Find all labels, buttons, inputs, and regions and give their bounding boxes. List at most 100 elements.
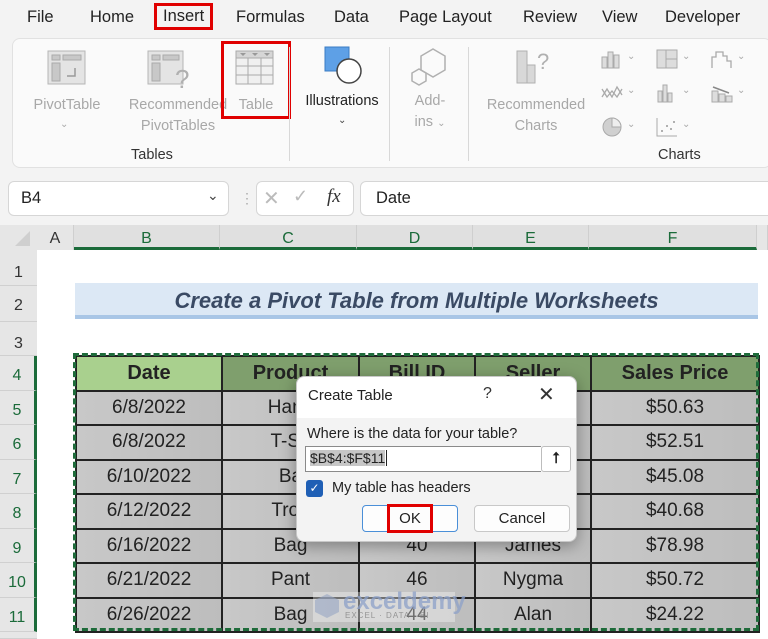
cell-seller[interactable]: Alan	[474, 596, 592, 633]
row-header-11[interactable]: 11	[0, 598, 37, 632]
line-chart-icon	[601, 85, 623, 99]
svg-text:?: ?	[537, 49, 549, 74]
column-header-g[interactable]	[757, 225, 768, 250]
column-header-d[interactable]: D	[357, 225, 473, 250]
collapse-dialog-button[interactable]: ⭡	[541, 446, 571, 472]
ribbon-separator	[289, 47, 290, 161]
confirm-entry-icon[interactable]: ✓	[293, 186, 308, 207]
headers-checkbox[interactable]: ✓	[306, 480, 323, 497]
column-chart-icon	[601, 51, 620, 69]
cell-date[interactable]: 6/8/2022	[75, 424, 223, 461]
text-cursor	[386, 450, 388, 466]
column-header-a[interactable]: A	[37, 225, 74, 250]
row-header-6[interactable]: 6	[0, 425, 37, 460]
table-label: Table	[238, 97, 274, 113]
tables-group-label: Tables	[131, 147, 173, 163]
label-line-2: Charts	[514, 118, 558, 134]
combo-chart-button[interactable]: ⌄	[711, 83, 745, 108]
column-chart-button[interactable]: ⌄	[601, 49, 635, 74]
chevron-down-icon[interactable]: ⌄	[207, 187, 219, 204]
cell-date[interactable]: 6/26/2022	[75, 596, 223, 633]
pie-chart-button[interactable]: ⌄	[601, 117, 635, 142]
row-header-5[interactable]: 5	[0, 391, 37, 425]
ok-button-label: OK	[387, 504, 433, 533]
tab-home[interactable]: Home	[90, 8, 134, 27]
range-input[interactable]: $B$4:$F$11	[305, 446, 541, 472]
row-header-4[interactable]: 4	[0, 356, 37, 391]
pie-chart-icon	[602, 117, 622, 137]
close-icon[interactable]: ✕	[538, 382, 555, 407]
ribbon-separator	[389, 47, 390, 161]
cell-date[interactable]: 6/12/2022	[75, 493, 223, 530]
help-button[interactable]: ?	[483, 385, 492, 403]
tab-review[interactable]: Review	[523, 8, 577, 27]
tab-data[interactable]: Data	[334, 8, 369, 27]
cancel-button[interactable]: Cancel	[474, 505, 570, 532]
tab-developer[interactable]: Developer	[665, 8, 740, 27]
statistic-chart-icon	[657, 84, 673, 103]
select-all-corner[interactable]	[0, 225, 37, 250]
cell-sales-price[interactable]: $40.68	[590, 493, 760, 530]
cancel-entry-icon[interactable]: ✕	[263, 186, 280, 211]
scatter-chart-button[interactable]: ⌄	[656, 117, 690, 142]
header-date[interactable]: Date	[75, 355, 223, 392]
hierarchy-chart-icon	[656, 49, 678, 69]
exceldemy-logo-icon	[315, 594, 339, 618]
tab-view[interactable]: View	[602, 8, 637, 27]
cell-date[interactable]: 6/21/2022	[75, 562, 223, 599]
row-header-2[interactable]: 2	[0, 286, 37, 322]
ribbon: PivotTable ⌄ ? Recommended PivotTables T…	[12, 38, 768, 168]
cell-sales-price[interactable]: $45.08	[590, 458, 760, 495]
row-header-10[interactable]: 10	[0, 563, 37, 598]
tab-formulas[interactable]: Formulas	[236, 8, 305, 27]
table-icon	[235, 50, 274, 85]
waterfall-chart-button[interactable]: ⌄	[711, 49, 745, 74]
label-line-2: PivotTables	[140, 118, 216, 134]
addins-label-text: ins	[414, 114, 434, 130]
cell-sales-price[interactable]: $24.22	[590, 596, 760, 633]
cell-sales-price[interactable]: $50.63	[590, 389, 760, 426]
row-header-9[interactable]: 9	[0, 529, 37, 563]
label-line-1: Recommended	[486, 97, 586, 113]
recommended-charts-label: Recommended Charts	[477, 95, 595, 137]
formula-input[interactable]: Date	[360, 181, 768, 216]
chevron-down-icon: ⌄	[627, 85, 636, 96]
cell-sales-price[interactable]: $52.51	[590, 424, 760, 461]
name-box[interactable]: B4 ⌄	[8, 181, 229, 216]
cell-sales-price[interactable]: $50.72	[590, 562, 760, 599]
column-header-f[interactable]: F	[589, 225, 757, 250]
chevron-down-icon: ⌄	[627, 119, 636, 130]
hierarchy-chart-button[interactable]: ⌄	[656, 49, 690, 74]
line-chart-button[interactable]: ⌄	[601, 83, 635, 108]
header-sales-price[interactable]: Sales Price	[590, 355, 760, 392]
ok-button[interactable]: OK	[362, 504, 458, 533]
dialog-titlebar[interactable]: Create Table ? ✕	[297, 377, 576, 418]
cell-sales-price[interactable]: $78.98	[590, 527, 760, 564]
tab-page-layout[interactable]: Page Layout	[399, 8, 492, 27]
statistic-chart-button[interactable]: ⌄	[656, 83, 690, 108]
insert-function-icon[interactable]: fx	[327, 186, 341, 208]
grip-icon[interactable]: ⋮	[240, 190, 254, 207]
cell-seller[interactable]: Nygma	[474, 562, 592, 599]
column-header-b[interactable]: B	[74, 225, 220, 250]
row-header-12[interactable]	[0, 632, 37, 639]
cell-date[interactable]: 6/10/2022	[75, 458, 223, 495]
tab-insert[interactable]: Insert	[154, 3, 214, 30]
row-header-7[interactable]: 7	[0, 460, 37, 494]
range-prompt: Where is the data for your table?	[307, 426, 518, 442]
cell-date[interactable]: 6/16/2022	[75, 527, 223, 564]
chevron-down-icon: ⌄	[682, 85, 691, 96]
row-header-1[interactable]: 1	[0, 250, 37, 286]
column-header-c[interactable]: C	[220, 225, 357, 250]
headers-checkbox-label[interactable]: My table has headers	[332, 480, 471, 496]
name-box-value: B4	[21, 189, 42, 207]
row-header-3[interactable]: 3	[0, 322, 37, 356]
cell-date[interactable]: 6/8/2022	[75, 389, 223, 426]
watermark: exceldemy EXCEL · DATA · BI	[313, 588, 466, 622]
watermark-tagline: EXCEL · DATA · BI	[345, 611, 430, 620]
table-button[interactable]: Table	[221, 41, 291, 119]
tab-file[interactable]: File	[27, 8, 54, 27]
row-header-8[interactable]: 8	[0, 494, 37, 529]
column-header-e[interactable]: E	[473, 225, 589, 250]
recommended-charts-icon: ?	[516, 49, 549, 84]
